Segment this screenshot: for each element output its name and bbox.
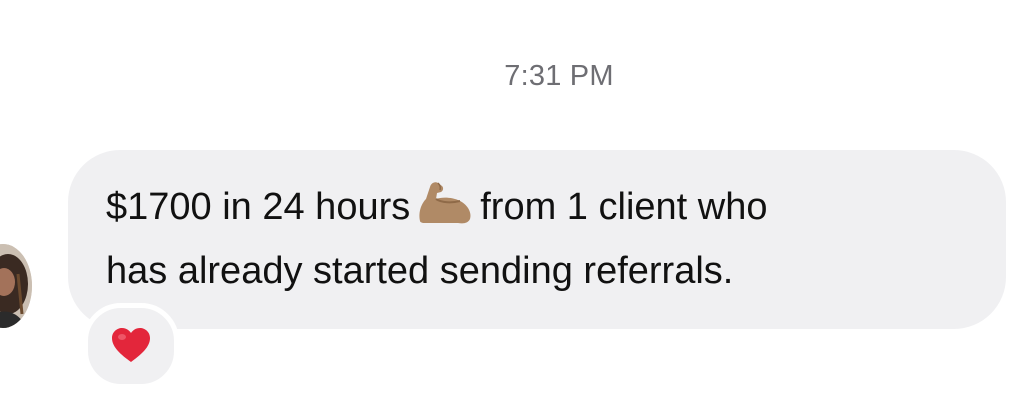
message-timestamp: 7:31 PM [504, 60, 614, 92]
message-line-1: $1700 in 24 hours from 1 client who [106, 178, 976, 242]
reaction-badge[interactable] [83, 303, 179, 389]
message-line-2: has already started sending referrals. [106, 250, 734, 292]
sender-avatar[interactable] [0, 244, 32, 328]
message-bubble[interactable]: $1700 in 24 hours from 1 client who has … [68, 150, 1006, 329]
flexed-biceps-icon [416, 181, 474, 242]
red-heart-icon [112, 328, 150, 362]
message-text-end: from 1 client who [480, 186, 768, 228]
message-text-start: $1700 in 24 hours [106, 186, 411, 228]
